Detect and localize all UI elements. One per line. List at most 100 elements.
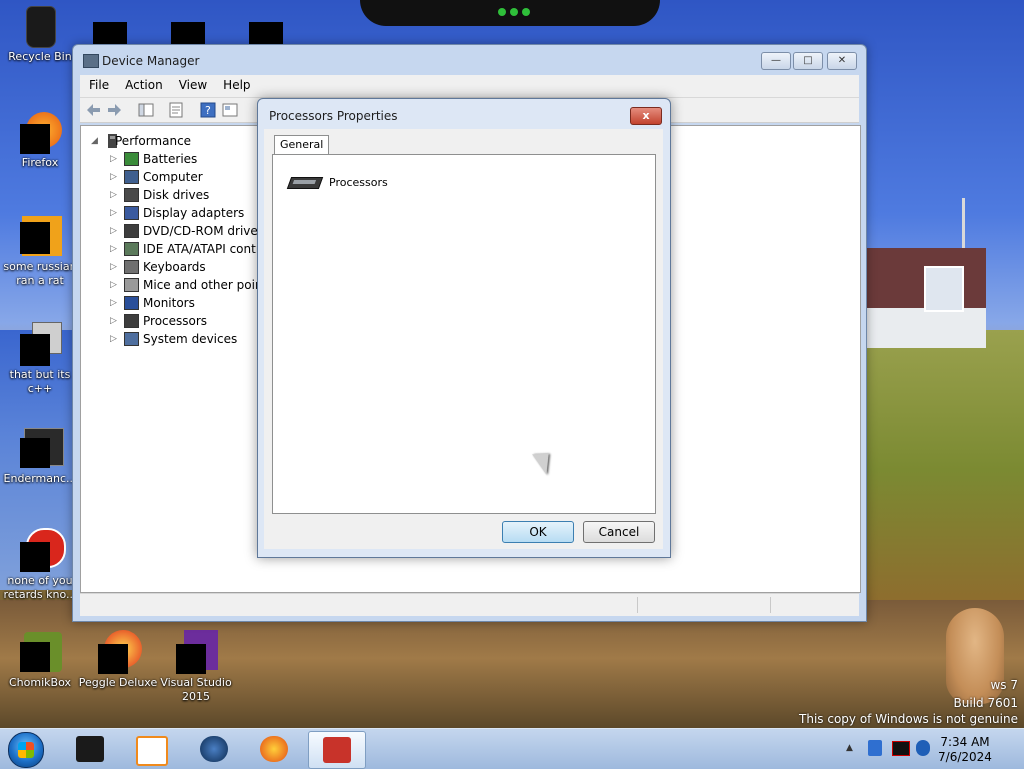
back-arrow-icon[interactable] xyxy=(86,102,102,118)
expand-arrow-icon[interactable]: ▷ xyxy=(110,330,120,348)
start-button[interactable] xyxy=(8,732,44,768)
properties-icon[interactable] xyxy=(168,102,184,118)
network-icon[interactable] xyxy=(868,740,882,756)
device-category-icon xyxy=(124,206,139,220)
menu-file[interactable]: File xyxy=(80,75,116,92)
peggle-icon xyxy=(96,630,142,674)
device-category-icon xyxy=(124,224,139,238)
expand-arrow-icon[interactable]: ▷ xyxy=(110,276,120,294)
title-bar[interactable]: Device Manager — □ ✕ xyxy=(73,45,866,75)
clock[interactable]: 7:34 AM 7/6/2024 xyxy=(930,735,1000,765)
clock-time: 7:34 AM xyxy=(940,735,990,749)
taskbar-app-globe[interactable] xyxy=(186,731,242,767)
forward-arrow-icon[interactable] xyxy=(106,102,122,118)
desktop-icon-peggle[interactable]: Peggle Deluxe xyxy=(78,630,158,690)
app-icon xyxy=(18,528,66,572)
cancel-button[interactable]: Cancel xyxy=(583,521,655,543)
tree-label: System devices xyxy=(143,332,238,346)
menu-bar: File Action View Help xyxy=(80,75,859,98)
device-category-icon xyxy=(124,170,139,184)
clock-date: 7/6/2024 xyxy=(938,750,992,764)
redacted-icon[interactable] xyxy=(171,22,205,44)
desktop-icon-label: ChomikBox xyxy=(9,676,71,689)
terminal-icon xyxy=(76,736,104,762)
show-hidden-icons-chevron-icon[interactable]: ▲ xyxy=(846,743,853,753)
expand-arrow-icon[interactable]: ▷ xyxy=(110,150,120,168)
device-name-label: Processors xyxy=(329,176,388,189)
volume-icon[interactable] xyxy=(916,740,930,756)
menu-help[interactable]: Help xyxy=(214,75,257,92)
tree-label: Computer xyxy=(143,170,203,184)
menu-view[interactable]: View xyxy=(170,75,214,92)
expand-arrow-icon[interactable]: ▷ xyxy=(110,294,120,312)
chomikbox-icon xyxy=(18,630,62,674)
device-category-icon xyxy=(124,260,139,274)
menu-action[interactable]: Action xyxy=(116,75,170,92)
taskbar-app-firefox[interactable] xyxy=(246,731,302,767)
desktop-icon-visual-studio[interactable]: Visual Studio 2015 xyxy=(156,630,236,704)
redacted-icon[interactable] xyxy=(93,22,127,44)
tree-label: Batteries xyxy=(143,152,198,166)
desktop-icon-none-of-you[interactable]: none of you retards kno... xyxy=(0,528,80,602)
expand-arrow-icon[interactable]: ▷ xyxy=(110,312,120,330)
status-bar xyxy=(80,593,859,616)
expand-arrow-icon[interactable]: ▷ xyxy=(110,222,120,240)
watermark-line1: ws 7 xyxy=(990,678,1018,692)
tree-label: Monitors xyxy=(143,296,195,310)
tab-general[interactable]: General xyxy=(274,135,330,154)
device-category-icon xyxy=(124,314,139,328)
device-manager-icon xyxy=(83,54,99,68)
expand-arrow-icon[interactable]: ▷ xyxy=(110,186,120,204)
tree-label: Mice and other pointi xyxy=(143,278,271,292)
desktop-icon-label: Visual Studio 2015 xyxy=(160,676,232,703)
desktop-icon-label: Endermanc... xyxy=(3,472,77,485)
top-gadget xyxy=(360,0,660,26)
globe-icon xyxy=(200,736,228,762)
desktop-icon-endermanch[interactable]: Endermanc... xyxy=(0,426,80,486)
firefox-icon xyxy=(18,110,62,154)
tree-label: IDE ATA/ATAPI contro xyxy=(143,242,268,256)
dialog-close-button[interactable]: x xyxy=(630,107,662,125)
help-icon[interactable]: ? xyxy=(200,102,216,118)
desktop-icon-label: Recycle Bin xyxy=(8,50,72,63)
desktop-icon-recycle-bin[interactable]: Recycle Bin xyxy=(0,4,80,64)
taskbar-app-terminal[interactable] xyxy=(62,731,118,767)
expand-arrow-icon[interactable]: ▷ xyxy=(110,204,120,222)
processors-properties-dialog[interactable]: Processors Properties x General Processo… xyxy=(257,98,671,558)
tree-label: Processors xyxy=(143,314,208,328)
toolbox-icon xyxy=(323,737,351,763)
recycle-bin-icon xyxy=(18,4,62,48)
close-button[interactable]: ✕ xyxy=(827,52,857,70)
desktop-icon-that-but-cpp[interactable]: that but its c++ xyxy=(0,322,80,396)
redacted-icon[interactable] xyxy=(249,22,283,44)
dialog-body: General Processors OK Cancel xyxy=(264,129,663,549)
minimize-button[interactable]: — xyxy=(761,52,791,70)
device-category-icon xyxy=(124,188,139,202)
desktop-icon-label: that but its c++ xyxy=(9,368,71,395)
svg-text:?: ? xyxy=(205,104,211,117)
desktop-icon-chomikbox[interactable]: ChomikBox xyxy=(0,630,80,690)
watermark-line2: Build 7601 xyxy=(953,696,1018,710)
tree-label: Display adapters xyxy=(143,206,245,220)
device-category-icon xyxy=(124,278,139,292)
taskbar-app-device-manager[interactable] xyxy=(308,731,366,769)
action-center-icon[interactable] xyxy=(892,741,910,756)
desktop-icon-label: some russian ran a rat xyxy=(3,260,77,287)
ok-button[interactable]: OK xyxy=(502,521,574,543)
window-title: Device Manager xyxy=(102,54,200,68)
desktop-icon-some-russian[interactable]: some russian ran a rat xyxy=(0,214,80,288)
file-icon xyxy=(18,322,62,366)
visual-studio-icon xyxy=(174,630,218,674)
general-tab-panel: Processors xyxy=(272,154,656,514)
view-icon[interactable] xyxy=(222,102,238,118)
desktop-icon-firefox[interactable]: Firefox xyxy=(0,110,80,170)
expand-arrow-icon[interactable]: ▷ xyxy=(110,258,120,276)
taskbar-app-media[interactable] xyxy=(122,731,178,767)
expand-arrow-icon[interactable]: ▷ xyxy=(110,168,120,186)
folder-icon xyxy=(18,426,64,470)
maximize-button[interactable]: □ xyxy=(793,52,823,70)
collapse-arrow-icon[interactable]: ◢ xyxy=(91,132,101,150)
media-player-icon xyxy=(136,736,168,766)
expand-arrow-icon[interactable]: ▷ xyxy=(110,240,120,258)
show-hide-tree-icon[interactable] xyxy=(138,102,154,118)
